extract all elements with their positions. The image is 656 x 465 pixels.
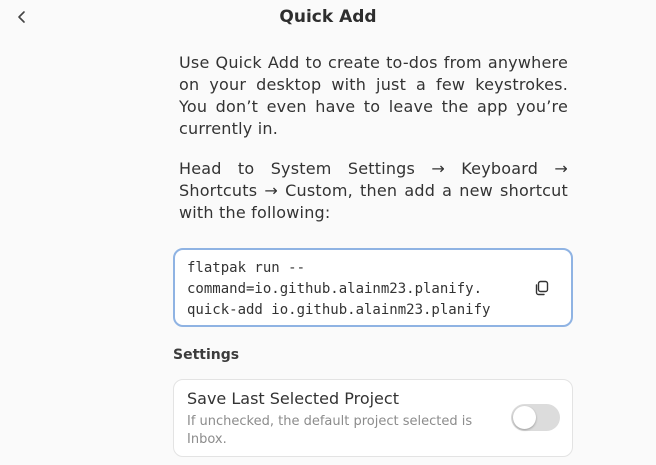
copy-icon: [535, 280, 549, 296]
command-line: quick-add io.github.alainm23.planify: [187, 302, 491, 318]
save-last-project-toggle[interactable]: [511, 404, 560, 431]
toggle-knob: [513, 406, 536, 429]
header-bar: Quick Add: [0, 0, 656, 34]
setting-subtitle: If unchecked, the default project select…: [187, 414, 473, 447]
command-text[interactable]: flatpak run -- command=io.github.alainm2…: [187, 258, 527, 321]
settings-section-label: Settings: [173, 347, 240, 363]
settings-card: Save Last Selected Project If unchecked,…: [173, 379, 573, 457]
page-title: Quick Add: [279, 7, 377, 27]
setting-title: Save Last Selected Project: [187, 389, 399, 408]
instructions-paragraph: Head to System Settings → Keyboard → Sho…: [179, 159, 568, 222]
command-line: flatpak run --: [187, 260, 306, 276]
command-box: flatpak run -- command=io.github.alainm2…: [173, 248, 573, 327]
command-line: command=io.github.alainm23.planify.: [187, 281, 483, 297]
intro-paragraph: Use Quick Add to create to-dos from anyw…: [179, 53, 568, 138]
copy-button[interactable]: [531, 277, 553, 299]
